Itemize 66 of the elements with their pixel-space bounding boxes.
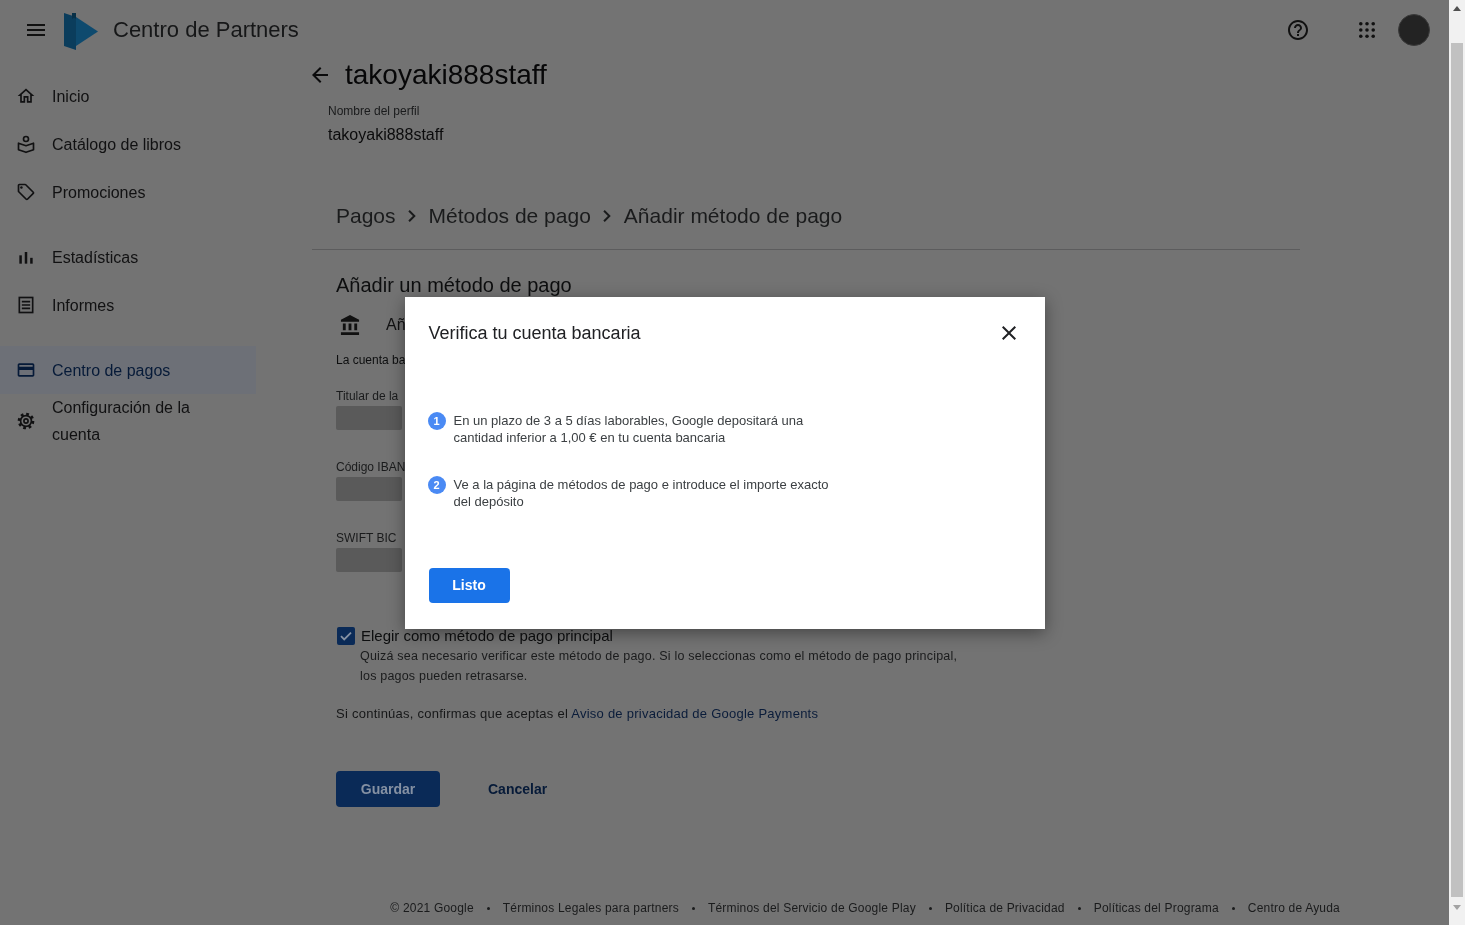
step-text: En un plazo de 3 a 5 días laborables, Google depositará una cantidad inferior a 1,00 € en tu cuenta bancaria [453,411,805,446]
separator-dot-icon [1077,906,1081,910]
step-text: Ve a la página de métodos de pago e introduce el importe exacto del depósito [453,475,830,510]
text-button[interactable]: Cancelar [488,780,548,798]
confirm-button[interactable]: Listo [428,567,510,603]
sidebar-item[interactable]: Centro de pagos [0,346,256,394]
sidebar-item[interactable]: Informes [0,281,256,329]
checkbox-hint: Quizá sea necesario verificar este método de pago. Si lo seleccionas como el método de pago principal, los pagos pueden retrasarse. [360,648,959,685]
close-icon[interactable] [1001,325,1016,340]
logo-icon [64,12,98,50]
credit-card-icon [16,360,36,380]
sidebar-item[interactable]: Configuración de la cuenta [0,394,256,448]
breadcrumb-link[interactable]: Métodos de pago [428,202,591,230]
chevron-right-icon [407,210,416,222]
help-icon[interactable] [1288,20,1308,40]
person-book-icon [16,134,36,154]
tag-icon [16,182,36,202]
separator-dot-icon [1231,906,1235,910]
profile-label: Nombre del perfil [328,103,421,119]
footer-link[interactable]: Términos del Servicio de Google Play [707,900,916,916]
checkbox[interactable] [337,627,355,645]
privacy-link[interactable]: Aviso de privacidad de Google Payments [571,706,819,721]
copyright-text: © 2021 Google [390,900,474,916]
sidebar-item[interactable]: Promociones [0,168,256,216]
privacy-notice: Si continúas, confirmas que aceptas el Aviso de privacidad de Google Payments [336,706,820,722]
step-number: 1 [427,411,446,430]
menu-icon[interactable] [27,24,45,36]
field-label: Titular de la [336,388,400,404]
step-number: 2 [427,475,446,494]
breadcrumb-link[interactable]: Pagos [336,202,396,230]
field-label: SWIFT BIC [336,530,398,546]
settings-icon [16,411,36,431]
input-field[interactable] [336,406,402,430]
scroll-up-arrow-icon[interactable] [1453,6,1461,11]
sidebar-item[interactable]: Catálogo de libros [0,120,256,168]
field-label: Código IBAN [336,459,407,475]
account-note: La cuenta ba [336,352,407,368]
input-field[interactable] [336,548,402,572]
home-icon [16,86,36,106]
bank-icon [340,315,360,335]
separator-dot-icon [691,906,695,910]
breadcrumb-current: Añadir método de pago [623,203,843,229]
footer-link[interactable]: Centro de Ayuda [1247,900,1340,916]
back-arrow-icon[interactable] [312,67,328,83]
sidebar-item[interactable]: Estadísticas [0,233,256,281]
separator-dot-icon [486,906,490,910]
document-list-icon [16,295,36,315]
checkbox-label: Elegir como método de pago principal [361,626,613,646]
scroll-down-arrow-icon[interactable] [1453,905,1461,910]
footer-link[interactable]: Política de Privacidad [944,900,1065,916]
chevron-right-icon [602,210,611,222]
payment-method-label: Añ [386,316,406,334]
input-field[interactable] [336,477,402,501]
page-title: takoyaki888staff [345,60,547,90]
sidebar-item[interactable]: Inicio [0,72,256,120]
avatar[interactable] [1398,14,1430,46]
separator-dot-icon [928,906,932,910]
primary-button[interactable]: Guardar [336,771,440,807]
apps-grid-icon[interactable] [1359,22,1375,38]
dialog-title: Verifica tu cuenta bancaria [428,321,641,345]
footer-link[interactable]: Términos Legales para partners [502,900,679,916]
scrollbar-thumb[interactable] [1451,43,1463,897]
app-title: Centro de Partners [113,17,299,43]
section-heading: Añadir un método de pago [336,273,573,298]
footer-link[interactable]: Políticas del Programa [1093,900,1219,916]
profile-name: takoyaki888staff [328,125,445,145]
